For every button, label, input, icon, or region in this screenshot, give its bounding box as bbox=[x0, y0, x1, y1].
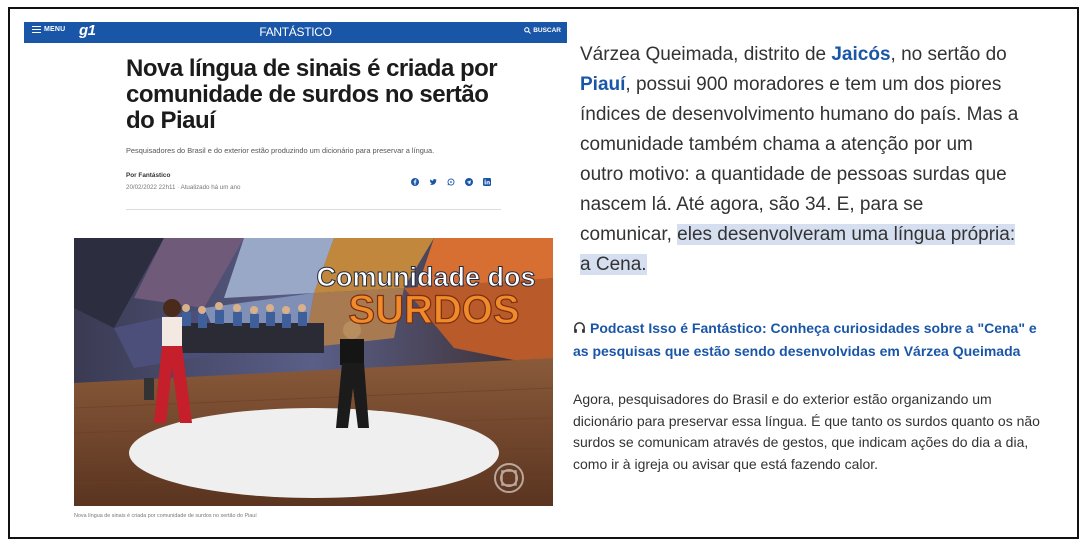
photo-title-line2: SURDOS bbox=[348, 288, 519, 332]
search-button[interactable]: BUSCAR bbox=[524, 27, 561, 34]
headphones-icon bbox=[573, 318, 586, 340]
article-subtitle: Pesquisadores do Brasil e do exterior es… bbox=[126, 146, 435, 155]
intro-paragraph: Várzea Queimada, distrito de Jaicós, no … bbox=[580, 40, 1020, 280]
site-header: MENU g1 FANTÁSTICO BUSCAR bbox=[24, 22, 567, 43]
whatsapp-icon[interactable] bbox=[447, 178, 455, 186]
search-icon bbox=[524, 27, 532, 34]
linkedin-icon[interactable] bbox=[483, 178, 491, 186]
podcast-link[interactable]: Podcast Isso é Fantástico: Conheça curio… bbox=[573, 317, 1043, 362]
photo-caption: Nova língua de sinais é criada por comun… bbox=[74, 513, 257, 519]
link-jaicos[interactable]: Jaicós bbox=[831, 44, 890, 65]
body-paragraph: Agora, pesquisadores do Brasil e do exte… bbox=[573, 391, 1040, 472]
article-headline: Nova língua de sinais é criada por comun… bbox=[126, 55, 498, 134]
facebook-icon[interactable] bbox=[411, 178, 419, 186]
telegram-icon[interactable] bbox=[465, 178, 473, 186]
search-label: BUSCAR bbox=[533, 27, 561, 34]
article-dateline: 20/02/2022 22h11 · Atualizado há um ano bbox=[126, 184, 241, 191]
link-piaui[interactable]: Piauí bbox=[580, 74, 625, 95]
article-photo[interactable]: Comunidade dos SURDOS bbox=[74, 238, 553, 506]
podcast-link-text[interactable]: Podcast Isso é Fantástico: Conheça curio… bbox=[573, 320, 1037, 359]
twitter-icon[interactable] bbox=[429, 178, 437, 186]
intro-text-body: , possui 900 moradores e tem um dos pior… bbox=[580, 74, 1019, 245]
program-title[interactable]: FANTÁSTICO bbox=[24, 25, 567, 39]
intro-text-middle: , no sertão do bbox=[890, 44, 1007, 65]
intro-text-start: Várzea Queimada, distrito de bbox=[580, 44, 832, 65]
article-byline: Por Fantástico bbox=[126, 172, 171, 179]
share-bar bbox=[411, 178, 491, 186]
header-divider bbox=[126, 209, 501, 210]
